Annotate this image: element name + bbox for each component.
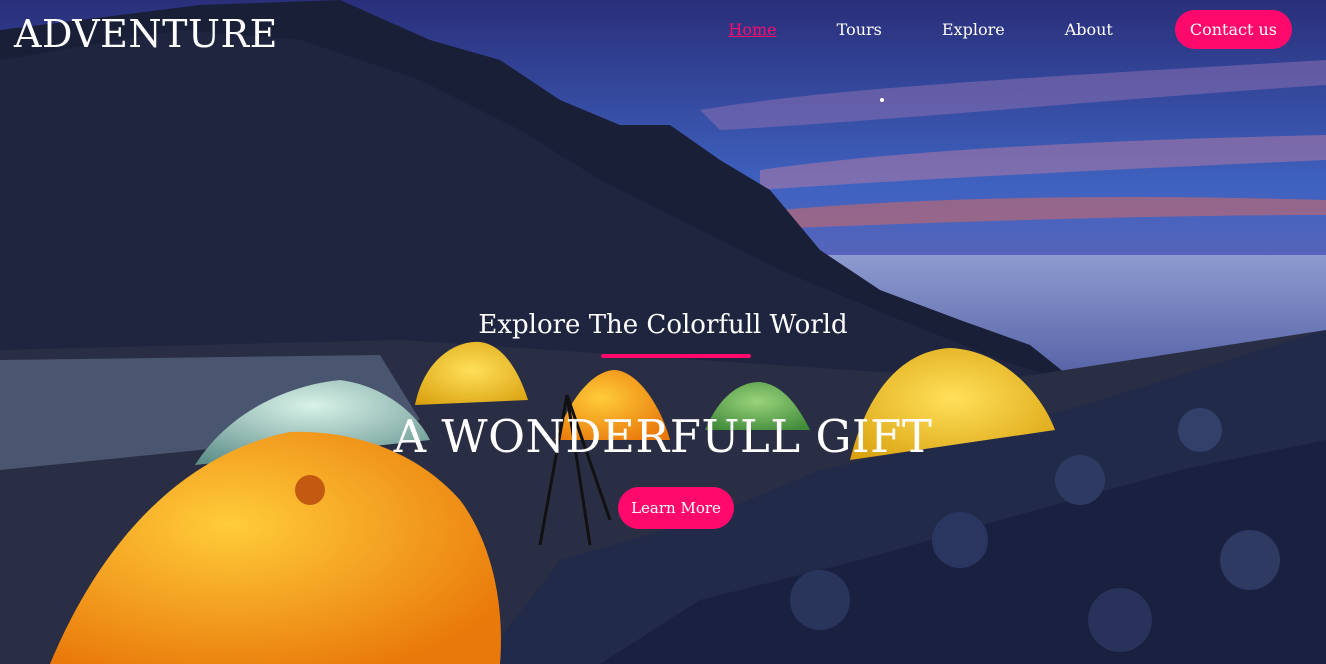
brand-logo[interactable]: ADVENTURE — [14, 12, 278, 56]
tagline-underline-divider — [601, 354, 751, 358]
nav-item-about[interactable]: About — [1065, 20, 1113, 39]
hero-section: ADVENTURE Home Tours Explore About Conta… — [0, 0, 1326, 664]
main-nav: Home Tours Explore About Contact us — [668, 10, 1292, 49]
hero-headline: A WONDERFULL GIFT — [393, 410, 933, 463]
contact-us-button[interactable]: Contact us — [1174, 10, 1292, 49]
nav-item-explore[interactable]: Explore — [942, 20, 1005, 39]
hero-tagline: Explore The Colorfull World — [478, 310, 848, 340]
learn-more-button[interactable]: Learn More — [618, 487, 734, 529]
nav-item-home[interactable]: Home — [728, 20, 776, 39]
nav-item-tours[interactable]: Tours — [837, 20, 882, 39]
